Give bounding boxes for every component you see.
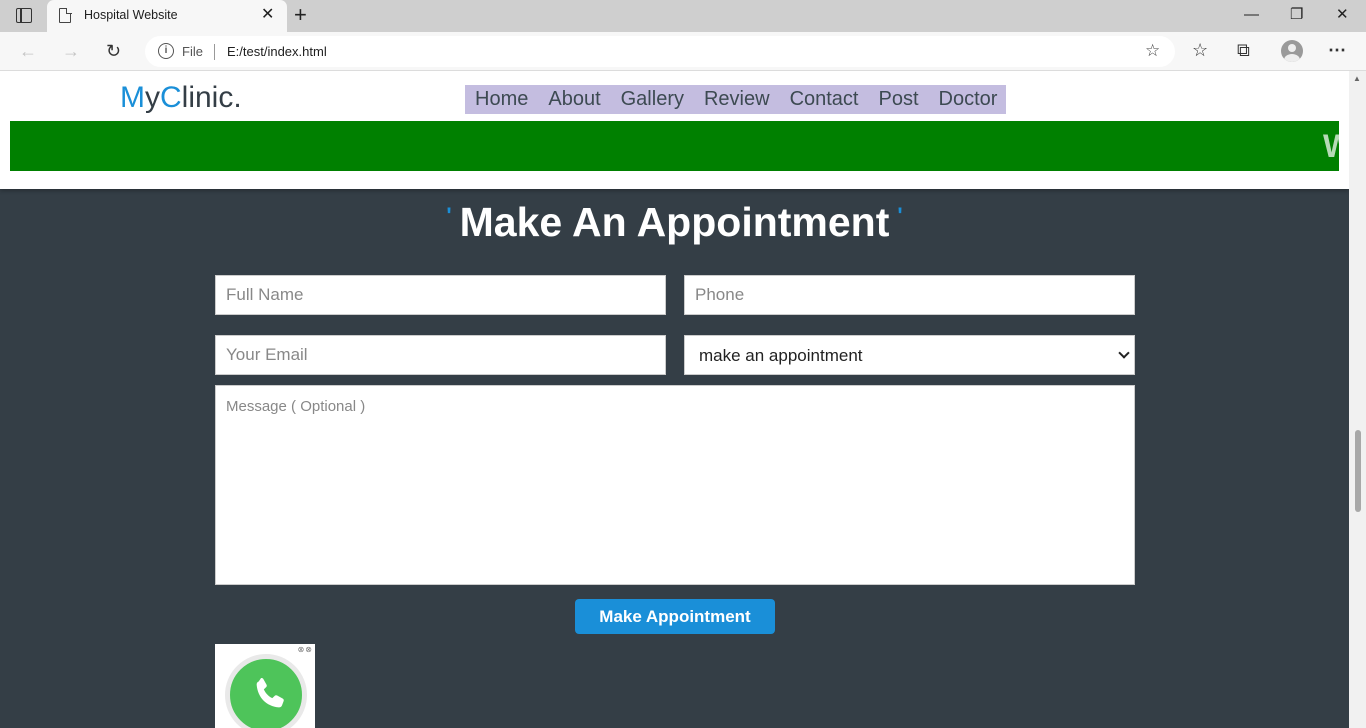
forward-icon[interactable]: →	[62, 41, 80, 61]
nav-doctor[interactable]: Doctor	[939, 88, 998, 111]
profile-avatar-icon[interactable]	[1281, 40, 1303, 62]
marquee-text: W	[1323, 128, 1339, 164]
browser-tab-strip: Hospital Website ✕ + — ❐ ✕	[0, 0, 1366, 32]
new-tab-icon[interactable]: +	[294, 3, 307, 27]
quote-mark-right: '	[897, 203, 903, 228]
close-tab-icon[interactable]: ✕	[261, 6, 274, 24]
tab-title: Hospital Website	[84, 8, 178, 22]
nav-contact[interactable]: Contact	[790, 88, 859, 111]
restore-icon[interactable]: ❐	[1290, 6, 1303, 24]
scheme-label: File	[182, 44, 203, 59]
page-icon	[59, 7, 72, 23]
phone-icon	[256, 678, 284, 708]
back-icon[interactable]: ←	[19, 41, 37, 61]
page-scrollbar[interactable]: ▲	[1349, 71, 1366, 728]
site-logo[interactable]: MyClinic.	[120, 81, 242, 115]
address-toolbar: ← → ↻ i File E:/test/index.html ☆ ☆ ⧉ ⋯	[0, 32, 1366, 71]
more-menu-icon[interactable]: ⋯	[1328, 40, 1346, 60]
appointment-select[interactable]: make an appointment	[684, 335, 1135, 375]
scroll-up-arrow-icon[interactable]: ▲	[1353, 74, 1361, 83]
add-favorite-icon[interactable]: ☆	[1145, 41, 1160, 61]
nav-about[interactable]: About	[548, 88, 600, 111]
site-header: MyClinic. Home About Gallery Review Cont…	[0, 71, 1349, 189]
minimize-icon[interactable]: —	[1244, 6, 1259, 24]
favorites-icon[interactable]: ☆	[1192, 40, 1208, 60]
select-value: make an appointment	[699, 346, 863, 365]
whatsapp-widget[interactable]: ⊗⊗	[215, 644, 315, 728]
nav-post[interactable]: Post	[879, 88, 919, 111]
message-textarea[interactable]	[215, 385, 1135, 585]
nav-home[interactable]: Home	[475, 88, 528, 111]
main-nav: Home About Gallery Review Contact Post D…	[465, 85, 1006, 114]
omnibox-divider	[214, 44, 215, 60]
phone-input[interactable]	[684, 275, 1135, 315]
tab-actions-icon[interactable]	[16, 8, 32, 23]
address-bar[interactable]: i File E:/test/index.html ☆	[145, 36, 1175, 67]
appointment-title: Make An Appointment	[459, 199, 890, 245]
quote-mark-left: '	[446, 203, 452, 228]
scrollbar-thumb[interactable]	[1355, 430, 1361, 512]
refresh-icon[interactable]: ↻	[106, 41, 121, 61]
url-text[interactable]: E:/test/index.html	[227, 44, 327, 59]
ad-close-icon[interactable]: ⊗⊗	[298, 645, 313, 654]
chevron-down-icon	[1118, 347, 1130, 359]
full-name-input[interactable]	[215, 275, 666, 315]
nav-review[interactable]: Review	[704, 88, 770, 111]
whatsapp-icon	[225, 654, 307, 728]
close-window-icon[interactable]: ✕	[1336, 6, 1349, 24]
browser-tab[interactable]: Hospital Website ✕	[47, 0, 287, 32]
collections-icon[interactable]: ⧉	[1237, 40, 1250, 60]
page-viewport: MyClinic. Home About Gallery Review Cont…	[0, 71, 1349, 728]
info-icon[interactable]: i	[158, 43, 174, 59]
marquee-banner: W	[10, 121, 1339, 171]
nav-gallery[interactable]: Gallery	[621, 88, 684, 111]
make-appointment-button[interactable]: Make Appointment	[575, 599, 775, 634]
email-input[interactable]	[215, 335, 666, 375]
appointment-heading: ' Make An Appointment '	[0, 199, 1349, 246]
